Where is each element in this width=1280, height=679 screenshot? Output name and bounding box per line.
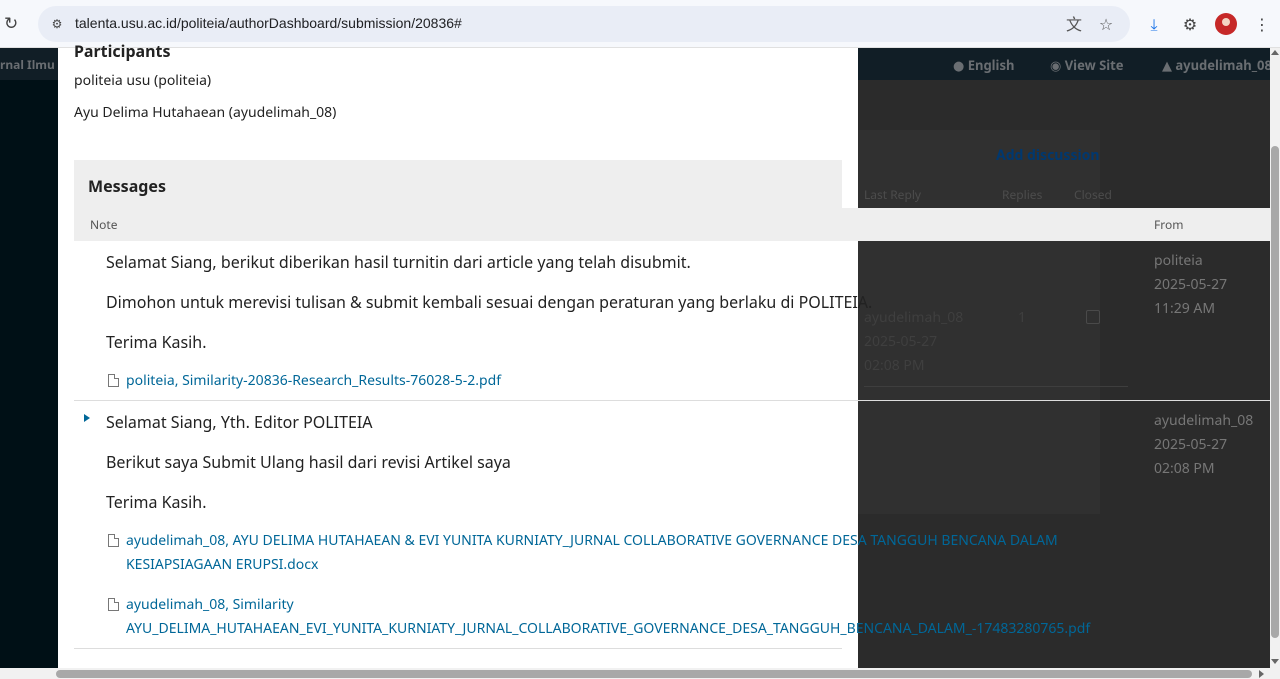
horizontal-scrollbar[interactable] [0,668,1280,679]
message-from: politeia 2025-05-27 11:29 AM [1154,251,1228,318]
view-site-link[interactable]: ◉ View Site [1050,56,1124,74]
file-icon [108,598,119,611]
messages-bottom-border [74,648,842,649]
discussion-divider [864,386,1128,387]
translate-icon[interactable]: 文 [1064,14,1084,34]
horizontal-scroll-thumb[interactable] [56,670,1252,678]
language-link[interactable]: ● English [953,56,1014,74]
message-text: Dimohon untuk merevisi tulisan & submit … [106,291,873,313]
file-icon [108,534,119,547]
message-from: ayudelimah_08 2025-05-27 02:08 PM [1154,411,1254,478]
column-last-reply: Last Reply [864,186,922,203]
replies-count: 1 [1018,308,1027,327]
expand-toggle-icon[interactable] [84,414,90,422]
participant-item: Ayu Delima Hutahaean (ayudelimah_08) [74,103,337,122]
add-discussion-button[interactable]: Add discussion [996,146,1100,165]
more-menu-icon[interactable]: ⋮ [1252,14,1272,34]
message-text: Terima Kasih. [106,491,207,513]
attachment-link[interactable]: ayudelimah_08, AYU DELIMA HUTAHAEAN & EV… [108,529,1066,577]
extensions-icon[interactable]: ⚙ [1180,14,1200,34]
message-text: Berikut saya Submit Ulang hasil dari rev… [106,451,511,473]
browser-toolbar: ↻ ⚙ talenta.usu.ac.id/politeia/authorDas… [0,0,1280,48]
scroll-up-icon[interactable] [1271,50,1279,55]
scroll-down-icon[interactable] [1271,659,1279,664]
bookmark-star-icon[interactable]: ☆ [1096,14,1116,34]
participant-item: politeia usu (politeia) [74,71,212,90]
last-reply-cell: ayudelimah_08 2025-05-27 02:08 PM [864,308,964,375]
attachment-link[interactable]: politeia, Similarity-20836-Research_Resu… [108,369,868,393]
background-sidebar [0,80,58,668]
site-settings-icon[interactable]: ⚙ [48,15,66,33]
url-text[interactable]: talenta.usu.ac.id/politeia/authorDashboa… [75,15,462,31]
message-text: Selamat Siang, Yth. Editor POLITEIA [106,411,373,433]
messages-title: Messages [88,175,166,197]
messages-grid-header: Note From [74,208,1270,241]
message-text: Selamat Siang, berikut diberikan hasil t… [106,251,691,273]
column-replies: Replies [1002,186,1043,203]
vertical-scroll-thumb[interactable] [1271,146,1279,638]
column-closed: Closed [1074,186,1112,203]
profile-avatar[interactable] [1215,13,1237,35]
message-text: Terima Kasih. [106,331,207,353]
address-bar[interactable]: ⚙ talenta.usu.ac.id/politeia/authorDashb… [38,6,1130,42]
column-from: From [1154,216,1184,233]
user-menu-link[interactable]: ▲ ayudelimah_08 [1162,56,1272,74]
participants-title: Participants [74,40,171,62]
journal-name: rnal Ilmu P [0,56,66,73]
reload-icon[interactable]: ↻ [4,14,22,32]
scroll-right-icon[interactable] [1259,670,1264,678]
attachment-link[interactable]: ayudelimah_08, Similarity AYU_DELIMA_HUT… [108,593,1108,641]
row-divider [74,400,1270,401]
closed-checkbox[interactable] [1086,310,1100,324]
vertical-scrollbar[interactable] [1270,48,1280,668]
file-icon [108,374,119,387]
column-note: Note [90,216,118,233]
download-icon[interactable]: ⤓ [1144,14,1164,34]
